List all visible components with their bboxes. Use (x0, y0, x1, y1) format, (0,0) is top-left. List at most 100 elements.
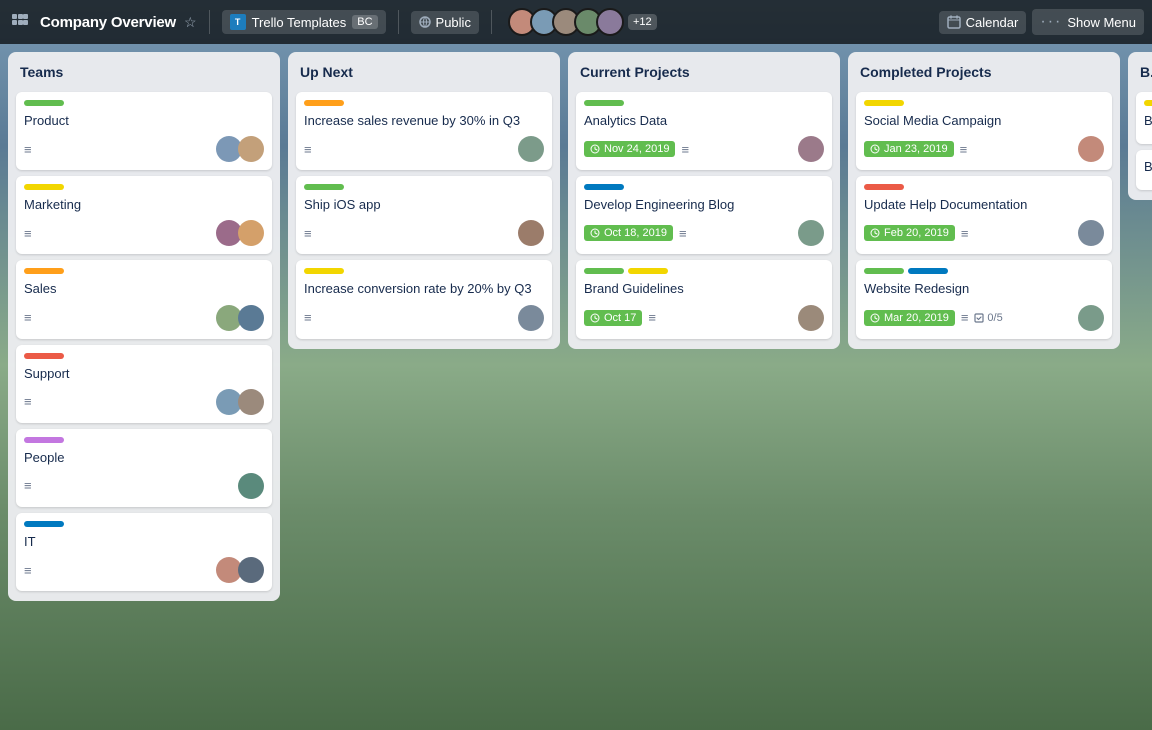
card-avatar-increase-conversion-0[interactable] (518, 305, 544, 331)
card-title-increase-conversion: Increase conversion rate by 20% by Q3 (304, 280, 544, 298)
card-ship-ios[interactable]: Ship iOS app≡ (296, 176, 552, 254)
clock-icon (870, 144, 880, 154)
card-avatar-update-help-docs-0[interactable] (1078, 220, 1104, 246)
card-avatars-brand-guidelines[interactable] (798, 305, 824, 331)
card-avatar-analytics-data-0[interactable] (798, 136, 824, 162)
card-footer-analytics-data: Nov 24, 2019≡ (584, 136, 824, 162)
card-support[interactable]: Support ≡ (16, 345, 272, 423)
card-color-bar-yellow (628, 268, 668, 274)
card-avatar-product-1[interactable] (238, 136, 264, 162)
trello-templates-button[interactable]: T Trello Templates BC (222, 10, 386, 34)
card-avatar-ship-ios-0[interactable] (518, 220, 544, 246)
card-avatars-ship-ios[interactable] (518, 220, 544, 246)
show-menu-label: Show Menu (1067, 15, 1136, 30)
card-avatars-increase-sales[interactable] (518, 136, 544, 162)
card-marketing[interactable]: Marketing≡ (16, 176, 272, 254)
card-avatars-analytics-data[interactable] (798, 136, 824, 162)
card-avatar-increase-sales-0[interactable] (518, 136, 544, 162)
column-header-backlog-partial: B... (1136, 62, 1152, 86)
card-footer-it: ≡ (24, 557, 264, 583)
card-avatar-people-0[interactable] (238, 473, 264, 499)
card-avatars-update-help-docs[interactable] (1078, 220, 1104, 246)
card-title-analytics-data: Analytics Data (584, 112, 824, 130)
avatar-5[interactable] (596, 8, 624, 36)
card-avatars-website-redesign[interactable] (1078, 305, 1104, 331)
card-desc-icon-increase-sales: ≡ (304, 142, 312, 157)
card-backlog-card-2[interactable]: B... a... d... (1136, 150, 1152, 190)
card-it[interactable]: IT≡ (16, 513, 272, 591)
card-desc-icon-support: ≡ (24, 394, 32, 409)
column-header-teams: Teams (16, 62, 272, 86)
card-sales[interactable]: Sales ≡ (16, 260, 272, 338)
member-avatars[interactable]: +12 (508, 8, 657, 36)
card-backlog-card-1[interactable]: B... C... re... (1136, 92, 1152, 144)
header-divider-3 (491, 10, 492, 34)
card-avatar-social-media-campaign-0[interactable] (1078, 136, 1104, 162)
card-develop-engineering-blog[interactable]: Develop Engineering Blog Oct 18, 2019≡ (576, 176, 832, 254)
card-footer-product: ≡ (24, 136, 264, 162)
card-avatar-brand-guidelines-0[interactable] (798, 305, 824, 331)
card-meta-increase-sales: ≡ (304, 142, 312, 157)
card-avatars-develop-engineering-blog[interactable] (798, 220, 824, 246)
card-avatars-marketing[interactable] (216, 220, 264, 246)
card-date-website-redesign: Mar 20, 2019 (864, 310, 955, 326)
card-color-bar-red (864, 184, 904, 190)
trello-badge: BC (352, 15, 377, 29)
calendar-label: Calendar (966, 15, 1019, 30)
globe-icon (419, 16, 431, 28)
card-checklist-website-redesign: 0/5 (974, 312, 1002, 324)
card-desc-icon-it: ≡ (24, 563, 32, 578)
card-title-sales: Sales (24, 280, 264, 298)
card-avatars-it[interactable] (216, 557, 264, 583)
show-menu-button[interactable]: ··· Show Menu (1032, 9, 1144, 35)
card-desc-icon-marketing: ≡ (24, 226, 32, 241)
card-avatars-social-media-campaign[interactable] (1078, 136, 1104, 162)
card-avatar-sales-1[interactable] (238, 305, 264, 331)
card-update-help-docs[interactable]: Update Help Documentation Feb 20, 2019≡ (856, 176, 1112, 254)
grid-icon[interactable] (8, 10, 32, 34)
card-increase-conversion[interactable]: Increase conversion rate by 20% by Q3 ≡ (296, 260, 552, 338)
avatar-count[interactable]: +12 (628, 14, 657, 30)
card-avatar-develop-engineering-blog-0[interactable] (798, 220, 824, 246)
trello-templates-label: Trello Templates (252, 15, 347, 30)
board-title: Company Overview (40, 14, 176, 31)
header-right: Calendar ··· Show Menu (939, 9, 1144, 35)
card-avatars-increase-conversion[interactable] (518, 305, 544, 331)
card-people[interactable]: People≡ (16, 429, 272, 507)
card-title-support: Support (24, 365, 264, 383)
card-website-redesign[interactable]: Website Redesign Mar 20, 2019≡ 0/5 (856, 260, 1112, 338)
card-avatar-it-1[interactable] (238, 557, 264, 583)
card-avatars-product[interactable] (216, 136, 264, 162)
card-analytics-data[interactable]: Analytics Data Nov 24, 2019≡ (576, 92, 832, 170)
card-color-bar-orange (304, 100, 344, 106)
calendar-button[interactable]: Calendar (939, 11, 1027, 34)
card-color-bar-red (24, 353, 64, 359)
card-meta-increase-conversion: ≡ (304, 310, 312, 325)
public-button[interactable]: Public (411, 11, 479, 34)
star-button[interactable]: ☆ (184, 14, 197, 31)
column-completed-projects: Completed ProjectsSocial Media Campaign … (848, 52, 1120, 349)
card-avatars-sales[interactable] (216, 305, 264, 331)
card-meta-support: ≡ (24, 394, 32, 409)
card-meta-marketing: ≡ (24, 226, 32, 241)
board-area[interactable]: Teams Product≡Marketing≡ Sales ≡ Support ≡ Peo… (0, 44, 1152, 730)
card-title-website-redesign: Website Redesign (864, 280, 1104, 298)
card-color-bar-green (304, 184, 344, 190)
card-avatar-website-redesign-0[interactable] (1078, 305, 1104, 331)
card-avatar-marketing-1[interactable] (238, 220, 264, 246)
card-increase-sales[interactable]: Increase sales revenue by 30% in Q3≡ (296, 92, 552, 170)
header-divider-2 (398, 10, 399, 34)
column-header-up-next: Up Next (296, 62, 552, 86)
card-desc-icon-brand-guidelines: ≡ (648, 310, 656, 325)
card-product[interactable]: Product≡ (16, 92, 272, 170)
card-footer-sales: ≡ (24, 305, 264, 331)
card-social-media-campaign[interactable]: Social Media Campaign Jan 23, 2019≡ (856, 92, 1112, 170)
card-footer-increase-sales: ≡ (304, 136, 544, 162)
card-meta-social-media-campaign: Jan 23, 2019≡ (864, 141, 967, 157)
card-brand-guidelines[interactable]: Brand Guidelines Oct 17≡ (576, 260, 832, 338)
card-desc-icon-sales: ≡ (24, 310, 32, 325)
card-color-bar-blue (584, 184, 624, 190)
card-avatars-people[interactable] (238, 473, 264, 499)
card-avatars-support[interactable] (216, 389, 264, 415)
card-avatar-support-1[interactable] (238, 389, 264, 415)
